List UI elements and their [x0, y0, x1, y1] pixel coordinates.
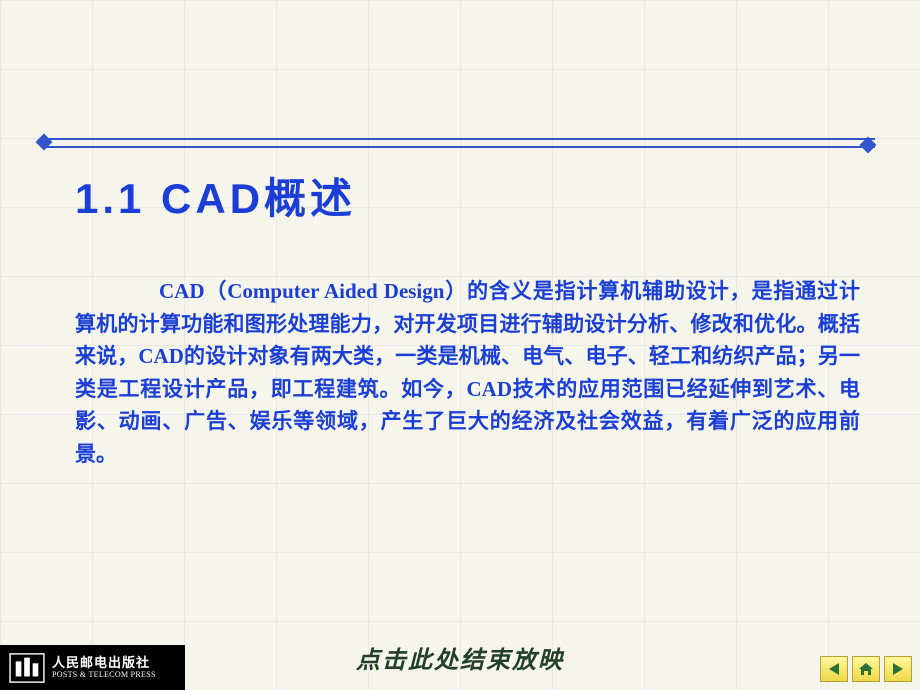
home-button[interactable] [852, 656, 880, 682]
publisher-name-en: POSTS & TELECOM PRESS [52, 671, 156, 679]
prev-button[interactable] [820, 656, 848, 682]
body-content: CAD（Computer Aided Design）的含义是指计算机辅助设计，是… [75, 279, 860, 466]
publisher-text-block: 人民邮电出版社 POSTS & TELECOM PRESS [52, 656, 156, 679]
arrow-left-icon [825, 661, 843, 677]
slide-body-text: CAD（Computer Aided Design）的含义是指计算机辅助设计，是… [75, 275, 860, 470]
nav-button-group [820, 656, 912, 682]
arrow-right-icon [889, 661, 907, 677]
publisher-name-cn: 人民邮电出版社 [52, 656, 156, 669]
end-slideshow-link[interactable]: 点击此处结束放映 [356, 640, 564, 675]
publisher-badge: 人民邮电出版社 POSTS & TELECOM PRESS [0, 645, 185, 690]
next-button[interactable] [884, 656, 912, 682]
home-icon [857, 661, 875, 677]
publisher-logo-icon [8, 652, 46, 684]
slide-title: 1.1 CAD概述 [75, 165, 356, 226]
header-rule-bottom [45, 146, 875, 148]
header-rule-top [45, 138, 875, 140]
